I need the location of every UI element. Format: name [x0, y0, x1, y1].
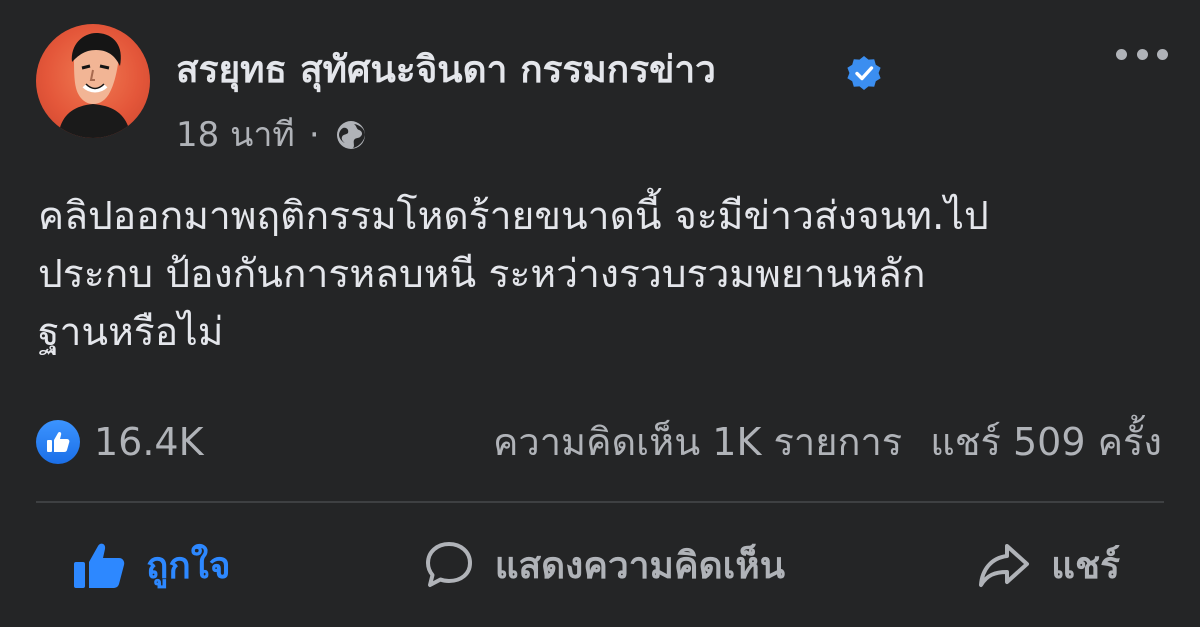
comment-count[interactable]: ความคิดเห็น 1K รายการ — [493, 418, 902, 466]
avatar-portrait — [58, 32, 131, 138]
share-arrow-icon — [979, 544, 1030, 587]
engagement-stats: ความคิดเห็น 1K รายการ แชร์ 509 ครั้ง — [493, 418, 1162, 466]
share-count[interactable]: แชร์ 509 ครั้ง — [930, 418, 1162, 466]
meta-separator: · — [308, 115, 320, 155]
like-reaction-icon — [36, 420, 80, 464]
author-name[interactable]: สรยุทธ สุทัศนะจินดา กรรมกรข่าว — [176, 44, 716, 96]
comment-icon — [425, 542, 472, 587]
divider — [36, 501, 1164, 503]
thumbs-up-icon — [47, 431, 70, 452]
like-button-label: ถูกใจ — [146, 543, 231, 587]
more-dot — [1116, 48, 1127, 60]
share-button[interactable]: แชร์ — [977, 536, 1120, 595]
facebook-post: สรยุทธ สุทัศนะจินดา กรรมกรข่าว 18 นาที ·… — [0, 0, 1200, 627]
share-button-label: แชร์ — [1051, 543, 1120, 587]
thumbs-up-icon — [74, 543, 125, 588]
post-time[interactable]: 18 นาที — [176, 113, 295, 157]
comment-button-label: แสดงความคิดเห็น — [494, 543, 786, 587]
more-dot — [1136, 48, 1148, 60]
post-text-line: คลิปออกมาพฤติกรรมโหดร้ายขนาดนี้ จะมีข่าว… — [38, 194, 989, 239]
author-avatar[interactable] — [36, 24, 150, 138]
comment-button[interactable]: แสดงความคิดเห็น — [423, 536, 785, 595]
more-dot — [1157, 48, 1168, 60]
verified-badge-icon — [847, 56, 881, 90]
post-meta: 18 นาที · — [176, 113, 368, 157]
post-text: คลิปออกมาพฤติกรรมโหดร้ายขนาดนี้ จะมีข่าว… — [38, 188, 1178, 362]
globe-icon — [336, 121, 365, 149]
more-options-button[interactable] — [1116, 44, 1168, 64]
post-text-line: ประกบ ป้องกันการหลบหนี ระหว่างรวบรวมพยาน… — [38, 252, 926, 297]
reactions-summary[interactable]: 16.4K — [36, 420, 204, 464]
like-count: 16.4K — [94, 420, 204, 464]
action-bar: ถูกใจ แสดงความคิดเห็น แชร์ — [36, 525, 1164, 605]
post-text-line: ฐานหรือไม่ — [38, 310, 224, 355]
like-button[interactable]: ถูกใจ — [72, 536, 231, 595]
